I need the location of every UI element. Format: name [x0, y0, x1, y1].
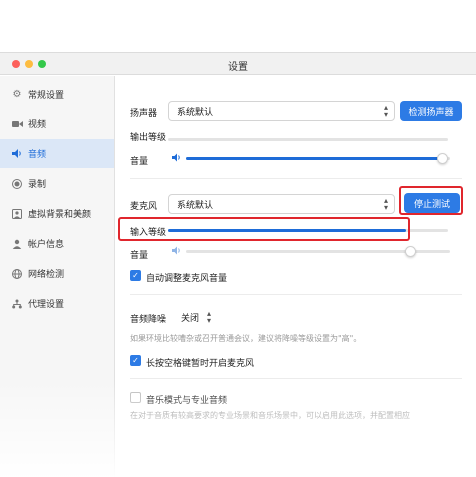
window-title: 设置	[228, 62, 248, 73]
microphone-device-value: 系统默认	[177, 200, 214, 211]
speaker-icon	[10, 147, 24, 161]
volume-icon	[172, 153, 182, 165]
noise-suppression-hint: 如果环境比较嘈杂或召开普通会议，建议将降噪等级设置为"高"。	[130, 334, 362, 343]
sidebar-item-video[interactable]: 视频	[0, 109, 114, 138]
speaker-device-value: 系统默认	[177, 107, 214, 118]
microphone-volume-label: 音量	[130, 251, 149, 261]
gear-icon: ⚙	[12, 89, 22, 100]
auto-adjust-checkbox[interactable]: ✓	[130, 270, 141, 281]
push-to-talk-checkbox[interactable]: ✓	[130, 355, 141, 366]
volume-icon	[172, 246, 182, 258]
speaker-volume-thumb[interactable]	[436, 153, 448, 164]
noise-suppression-label: 音频降噪	[130, 315, 167, 325]
music-mode-hint: 在对于音质有较高要求的专业场景和音乐场景中，可以启用此选项，并配置相应	[130, 411, 410, 420]
globe-icon	[10, 267, 24, 281]
select-chevron-icon: ▴ ▾	[206, 309, 211, 325]
sidebar-item-label: 网络检测	[28, 270, 65, 280]
network-icon	[10, 297, 24, 311]
output-level-label: 输出等级	[130, 133, 167, 143]
microphone-volume-slider[interactable]	[186, 246, 450, 257]
microphone-label: 麦克风	[130, 202, 158, 212]
auto-adjust-label: 自动调整麦克风音量	[146, 274, 228, 284]
noise-suppression-select[interactable]: 关闭 ▴ ▾	[172, 307, 218, 327]
sidebar-item-recording[interactable]: 录制	[0, 169, 114, 198]
sidebar-item-label: 虚拟背景和美颜	[28, 210, 92, 220]
music-mode-checkbox[interactable]	[130, 392, 141, 403]
sidebar-item-label: 音频	[28, 150, 47, 160]
sidebar-item-label: 代理设置	[28, 300, 65, 310]
sidebar-item-label: 录制	[28, 180, 47, 190]
speaker-volume-fill	[186, 157, 443, 160]
sidebar-item-label: 帐户信息	[28, 240, 65, 250]
sidebar-item-account[interactable]: 帐户信息	[0, 229, 114, 258]
account-icon	[10, 237, 24, 251]
portrait-icon	[10, 207, 24, 221]
speaker-device-select[interactable]: 系统默认 ▴ ▾	[168, 101, 395, 121]
sidebar-item-label: 常规设置	[28, 91, 65, 101]
speaker-volume-label: 音量	[130, 157, 149, 167]
speaker-volume-slider[interactable]	[186, 153, 450, 164]
output-level-meter	[168, 138, 448, 141]
sidebar-item-proxy[interactable]: 代理设置	[0, 289, 114, 318]
sidebar-item-general[interactable]: ⚙ 常规设置	[0, 80, 114, 109]
record-icon	[10, 177, 24, 191]
settings-window: 设置 ⚙ 常规设置 视频 音频 录制 虚拟背景和美颜 帐户信息 网络检测 代理设…	[0, 52, 476, 477]
sidebar-item-audio[interactable]: 音频	[0, 139, 114, 168]
speaker-label: 扬声器	[130, 109, 158, 119]
highlight-box	[399, 186, 463, 215]
push-to-talk-label: 长按空格键暂时开启麦克风	[146, 359, 255, 369]
music-mode-label: 音乐模式与专业音频	[146, 396, 228, 406]
section-divider	[130, 178, 462, 179]
sidebar-item-network-test[interactable]: 网络检测	[0, 259, 114, 288]
highlight-box	[118, 217, 410, 241]
noise-suppression-value: 关闭	[181, 313, 200, 324]
section-divider	[130, 294, 462, 295]
audio-settings-panel: 扬声器 系统默认 ▴ ▾ 检测扬声器 输出等级 音量 麦克风 系统默认 ▴ ▾ 停止…	[116, 76, 476, 477]
select-chevron-icon: ▴ ▾	[383, 103, 388, 119]
microphone-volume-thumb[interactable]	[404, 246, 416, 257]
title-bar: 设置	[0, 53, 476, 75]
microphone-device-select[interactable]: 系统默认 ▴ ▾	[168, 194, 395, 214]
sidebar-item-virtual-background[interactable]: 虚拟背景和美颜	[0, 199, 114, 228]
video-camera-icon	[10, 117, 24, 131]
section-divider	[130, 378, 462, 379]
test-speaker-button[interactable]: 检测扬声器	[400, 101, 462, 121]
select-chevron-icon: ▴ ▾	[383, 196, 388, 212]
settings-sidebar: ⚙ 常规设置 视频 音频 录制 虚拟背景和美颜 帐户信息 网络检测 代理设置	[0, 76, 115, 477]
sidebar-item-label: 视频	[28, 120, 47, 130]
